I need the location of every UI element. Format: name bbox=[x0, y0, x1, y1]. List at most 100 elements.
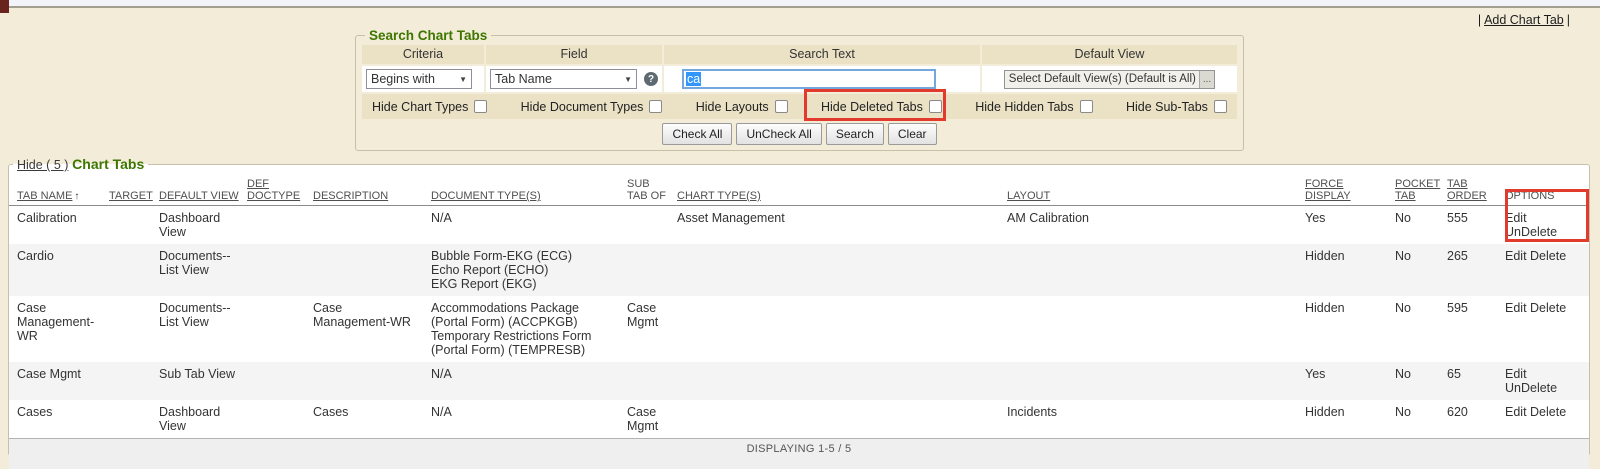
search-panel-legend: Search Chart Tabs bbox=[365, 28, 491, 43]
delete-link[interactable]: Delete bbox=[1530, 405, 1566, 419]
hide-sub-tabs-label: Hide Sub-Tabs bbox=[1126, 100, 1208, 114]
column-header-options: OPTIONS bbox=[1505, 176, 1589, 206]
search-text-value: ca bbox=[686, 72, 701, 86]
cell-target bbox=[109, 400, 159, 438]
add-chart-tab-link[interactable]: Add Chart Tab bbox=[1481, 13, 1567, 27]
cell-layout: AM Calibration bbox=[1007, 206, 1305, 245]
cell-description bbox=[313, 362, 431, 400]
check-all-button[interactable]: Check All bbox=[662, 123, 732, 145]
hide-layouts-checkbox[interactable] bbox=[775, 100, 788, 113]
column-header-document-types[interactable]: DOCUMENT TYPE(S) bbox=[431, 176, 627, 206]
chart-tabs-title: Chart Tabs bbox=[72, 156, 144, 172]
column-header-target[interactable]: TARGET bbox=[109, 176, 159, 206]
search-chart-tabs-panel: Search Chart Tabs Criteria Field Search … bbox=[355, 28, 1244, 151]
edit-link[interactable]: Edit bbox=[1505, 249, 1527, 263]
column-header-description[interactable]: DESCRIPTION bbox=[313, 176, 431, 206]
cell-target bbox=[109, 244, 159, 296]
cell-default-view: Documents--List View bbox=[159, 244, 247, 296]
cell-layout bbox=[1007, 244, 1305, 296]
cell-default-view: Sub Tab View bbox=[159, 362, 247, 400]
cell-sub-tab-of bbox=[627, 244, 677, 296]
hide-chart-types-checkbox[interactable] bbox=[474, 100, 487, 113]
cell-force-display: Yes bbox=[1305, 206, 1395, 245]
search-text-column-header: Search Text bbox=[664, 45, 980, 64]
cell-pocket-tab: No bbox=[1395, 296, 1447, 362]
delete-link[interactable]: Delete bbox=[1530, 249, 1566, 263]
default-view-selector-label: Select Default View(s) (Default is All) bbox=[1009, 73, 1196, 85]
cell-description: Cases bbox=[313, 400, 431, 438]
help-icon[interactable]: ? bbox=[644, 72, 658, 86]
cell-sub-tab-of: Case Mgmt bbox=[627, 296, 677, 362]
cell-tab-order: 595 bbox=[1447, 296, 1505, 362]
default-view-cell: Select Default View(s) (Default is All) … bbox=[982, 66, 1237, 92]
hide-layouts-option: Hide Layouts bbox=[696, 100, 788, 114]
undelete-link[interactable]: UnDelete bbox=[1505, 225, 1557, 239]
edit-link[interactable]: Edit bbox=[1505, 301, 1527, 315]
hide-document-types-label: Hide Document Types bbox=[521, 100, 644, 114]
hide-document-types-checkbox[interactable] bbox=[649, 100, 662, 113]
criteria-select[interactable]: Begins with ▼ bbox=[366, 69, 472, 89]
hide-hidden-tabs-checkbox[interactable] bbox=[1080, 100, 1093, 113]
column-header-tab-order[interactable]: TAB ORDER bbox=[1447, 176, 1505, 206]
column-header-force-display[interactable]: FORCE DISPLAY bbox=[1305, 176, 1395, 206]
cell-def-doctype bbox=[247, 206, 313, 245]
cell-sub-tab-of: Case Mgmt bbox=[627, 400, 677, 438]
cell-tab-order: 265 bbox=[1447, 244, 1505, 296]
cell-layout bbox=[1007, 296, 1305, 362]
column-header-pocket-tab[interactable]: POCKET TAB bbox=[1395, 176, 1447, 206]
cell-force-display: Yes bbox=[1305, 362, 1395, 400]
default-view-selector[interactable]: Select Default View(s) (Default is All) … bbox=[1004, 70, 1215, 89]
column-header-default-view[interactable]: DEFAULT VIEW bbox=[159, 176, 247, 206]
chevron-down-icon: ▼ bbox=[459, 75, 467, 84]
hide-document-types-option: Hide Document Types bbox=[521, 100, 663, 114]
column-header-chart-types[interactable]: CHART TYPE(S) bbox=[677, 176, 1007, 206]
criteria-select-value: Begins with bbox=[371, 72, 435, 86]
default-view-column-header: Default View bbox=[982, 45, 1237, 64]
ellipsis-button[interactable]: ... bbox=[1199, 71, 1214, 88]
cell-default-view: Dashboard View bbox=[159, 206, 247, 245]
column-header-sub-tab-of: SUB TAB OF bbox=[627, 176, 677, 206]
hide-chart-types-option: Hide Chart Types bbox=[372, 100, 487, 114]
search-button[interactable]: Search bbox=[826, 123, 884, 145]
cell-force-display: Hidden bbox=[1305, 400, 1395, 438]
field-select[interactable]: Tab Name ▼ bbox=[490, 69, 637, 89]
uncheck-all-button[interactable]: UnCheck All bbox=[736, 123, 821, 145]
hide-deleted-tabs-option: Hide Deleted Tabs bbox=[821, 100, 942, 114]
edit-link[interactable]: Edit bbox=[1505, 367, 1527, 381]
hide-results-link[interactable]: Hide ( 5 ) bbox=[17, 158, 68, 172]
chart-tabs-table: TAB NAME↑ TARGET DEFAULT VIEW DEF DOCTYP… bbox=[9, 176, 1589, 438]
column-header-tab-name[interactable]: TAB NAME↑ bbox=[9, 176, 109, 206]
browser-top-strip bbox=[0, 0, 1600, 8]
field-cell: Tab Name ▼ ? bbox=[486, 66, 662, 92]
table-header-row: TAB NAME↑ TARGET DEFAULT VIEW DEF DOCTYP… bbox=[9, 176, 1589, 206]
search-controls-row: Begins with ▼ Tab Name ▼ ? ca Select Def… bbox=[362, 66, 1237, 92]
cell-document-types: Accommodations Package (Portal Form) (AC… bbox=[431, 296, 627, 362]
corner-artifact bbox=[0, 0, 9, 13]
hide-chart-types-label: Hide Chart Types bbox=[372, 100, 468, 114]
hide-hidden-tabs-option: Hide Hidden Tabs bbox=[975, 100, 1092, 114]
hide-sub-tabs-checkbox[interactable] bbox=[1214, 100, 1227, 113]
delete-link[interactable]: Delete bbox=[1530, 301, 1566, 315]
cell-chart-types bbox=[677, 400, 1007, 438]
clear-button[interactable]: Clear bbox=[888, 123, 937, 145]
search-text-input[interactable]: ca bbox=[682, 69, 936, 89]
cell-options: Edit UnDelete bbox=[1505, 206, 1589, 245]
cell-chart-types bbox=[677, 244, 1007, 296]
table-row: Case Management-WR Documents--List View … bbox=[9, 296, 1589, 362]
hide-deleted-tabs-checkbox[interactable] bbox=[929, 100, 942, 113]
undelete-link[interactable]: UnDelete bbox=[1505, 381, 1557, 395]
search-text-cell: ca bbox=[664, 66, 980, 92]
cell-pocket-tab: No bbox=[1395, 206, 1447, 245]
column-header-def-doctype[interactable]: DEF DOCTYPE bbox=[247, 176, 313, 206]
hide-hidden-tabs-label: Hide Hidden Tabs bbox=[975, 100, 1073, 114]
hide-filters-band: Hide Chart Types Hide Document Types Hid… bbox=[362, 94, 1237, 119]
search-header-row: Criteria Field Search Text Default View bbox=[362, 45, 1237, 64]
cell-force-display: Hidden bbox=[1305, 296, 1395, 362]
cell-tab-name: Calibration bbox=[9, 206, 109, 245]
column-header-layout[interactable]: LAYOUT bbox=[1007, 176, 1305, 206]
edit-link[interactable]: Edit bbox=[1505, 211, 1527, 225]
sort-ascending-icon: ↑ bbox=[74, 191, 79, 202]
edit-link[interactable]: Edit bbox=[1505, 405, 1527, 419]
cell-options: Edit Delete bbox=[1505, 400, 1589, 438]
chart-tabs-results-panel: Hide ( 5 ) Chart Tabs TAB NAME↑ TARGET D… bbox=[8, 156, 1590, 456]
